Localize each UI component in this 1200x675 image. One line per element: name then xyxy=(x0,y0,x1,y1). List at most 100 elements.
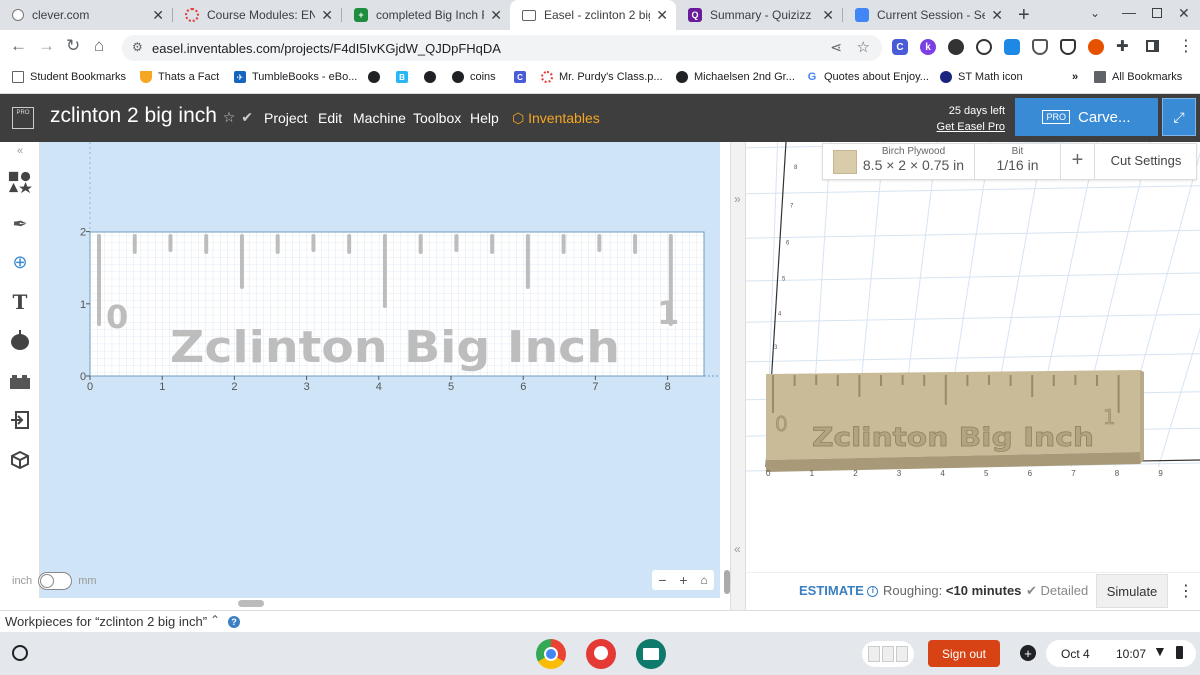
close-icon[interactable]: ✕ xyxy=(991,7,1003,24)
easel-logo-icon[interactable]: PRO xyxy=(12,107,34,129)
material-selector[interactable]: Birch Plywood 8.5 × 2 × 0.75 in xyxy=(823,144,975,179)
tab-course-modules[interactable]: Course Modules: ENGI ✕ xyxy=(173,0,341,30)
bricks-icon[interactable] xyxy=(8,370,32,394)
back-arrow-icon[interactable]: ← xyxy=(10,36,27,56)
bookmark-all-bookmarks[interactable]: All Bookmarks xyxy=(1094,71,1182,83)
close-icon[interactable]: ✕ xyxy=(321,7,333,24)
bookmark-michaelsen[interactable]: Michaelsen 2nd Gr... xyxy=(676,71,795,83)
zoom-out-icon[interactable]: − xyxy=(658,572,666,588)
favorite-star-icon[interactable]: ☆ xyxy=(223,109,236,125)
chrome-app-icon[interactable] xyxy=(536,639,566,669)
address-bar[interactable]: ⚙ easel.inventables.com/projects/F4dI5Iv… xyxy=(122,35,882,61)
extensions-puzzle-icon[interactable]: ✚ xyxy=(1116,37,1129,55)
extension-c-icon[interactable]: C xyxy=(892,39,908,55)
ruler-one-text[interactable]: 1 xyxy=(657,294,679,332)
more-options-icon[interactable]: ⋮ xyxy=(1178,581,1194,601)
shield-icon[interactable] xyxy=(1032,39,1048,55)
side-panel-icon[interactable] xyxy=(1146,40,1159,52)
chevron-up-icon[interactable]: ⌃ xyxy=(210,613,220,627)
extension-k-icon[interactable]: k xyxy=(920,39,936,55)
shapes-icon[interactable] xyxy=(8,170,32,194)
carve-button[interactable]: PRO Carve... xyxy=(1015,98,1158,136)
sign-out-button[interactable]: Sign out xyxy=(928,640,1000,667)
home-view-icon[interactable]: ⌂ xyxy=(700,573,707,587)
extension-dark-icon[interactable] xyxy=(948,39,964,55)
bookmark-tumblebooks[interactable]: ✈ TumbleBooks - eBo... xyxy=(234,71,357,83)
tab-quizizz[interactable]: Q Summary - Quizizz ✕ xyxy=(676,0,842,30)
reload-icon[interactable]: ↻ xyxy=(66,36,80,56)
notification-add-icon[interactable]: + xyxy=(1020,645,1036,661)
classroom-app-icon[interactable] xyxy=(636,639,666,669)
ruler-tick[interactable] xyxy=(525,234,530,289)
tab-clever[interactable]: clever.com ✕ xyxy=(0,0,172,30)
close-icon[interactable]: ✕ xyxy=(490,7,502,24)
home-icon[interactable]: ⌂ xyxy=(94,36,104,56)
bookmark-student-bookmarks[interactable]: Student Bookmarks xyxy=(12,71,126,83)
ruler-tick[interactable] xyxy=(633,234,638,254)
ruler-tick[interactable] xyxy=(311,234,316,252)
pen-icon[interactable]: ✒ xyxy=(8,212,32,236)
tab-sheets[interactable]: + completed Big Inch Ru ✕ xyxy=(342,0,510,30)
site-info-icon[interactable]: ⚙ xyxy=(132,40,143,54)
bookmark-globe-2[interactable] xyxy=(424,71,442,83)
close-icon[interactable]: ✕ xyxy=(152,7,164,24)
ruler-tick[interactable] xyxy=(275,234,280,254)
ruler-tick[interactable] xyxy=(418,234,423,254)
ruler-tick[interactable] xyxy=(597,234,602,252)
menu-toolbox[interactable]: Toolbox xyxy=(413,110,461,126)
bookmarks-overflow[interactable]: » xyxy=(1072,71,1078,83)
shield-check-icon[interactable] xyxy=(1060,39,1076,55)
collapse-up-icon[interactable]: « xyxy=(8,144,32,158)
launcher-icon[interactable] xyxy=(12,645,28,661)
menu-edit[interactable]: Edit xyxy=(318,110,342,126)
expand-left-icon[interactable]: « xyxy=(734,542,741,556)
units-toggle[interactable]: inch mm xyxy=(12,572,97,590)
ruler-tick[interactable] xyxy=(454,234,459,252)
bookmark-st-math[interactable]: ST Math icon xyxy=(940,71,1023,83)
ruler-tick[interactable] xyxy=(561,234,566,254)
ruler-zero-text[interactable]: 0 xyxy=(106,298,128,336)
bookmark-c[interactable]: C xyxy=(514,71,532,83)
get-pro-link[interactable]: Get Easel Pro xyxy=(925,119,1005,135)
close-icon[interactable]: ✕ xyxy=(822,7,834,24)
extension-blue-icon[interactable] xyxy=(1004,39,1020,55)
toggle-switch[interactable] xyxy=(38,572,73,590)
add-bit-button[interactable]: + xyxy=(1061,144,1095,179)
expand-icon[interactable]: ⤢ xyxy=(1162,98,1196,136)
ruler-name-text[interactable]: Zclinton Big Inch xyxy=(170,322,620,373)
new-tab-button[interactable]: + xyxy=(1018,4,1030,27)
menu-kebab-icon[interactable]: ⋮ xyxy=(1178,36,1194,56)
bookmark-globe-1[interactable] xyxy=(368,71,386,83)
menu-help[interactable]: Help xyxy=(470,110,499,126)
menu-project[interactable]: Project xyxy=(264,110,308,126)
share-icon[interactable]: ⋖ xyxy=(830,39,842,56)
cut-settings-button[interactable]: Cut Settings xyxy=(1095,144,1197,179)
restore-icon[interactable] xyxy=(1152,8,1162,18)
tab-current-session[interactable]: Current Session - Sess ✕ xyxy=(843,0,1011,30)
simulate-button[interactable]: Simulate xyxy=(1096,574,1168,608)
bit-selector[interactable]: Bit 1/16 in xyxy=(975,144,1061,179)
import-icon[interactable] xyxy=(8,408,32,432)
holding-space-thumbnails[interactable] xyxy=(862,641,914,667)
bookmark-coins[interactable]: coins xyxy=(452,71,496,83)
minimize-icon[interactable]: — xyxy=(1122,4,1136,20)
ruler-tick[interactable] xyxy=(347,234,352,254)
menu-machine[interactable]: Machine xyxy=(353,110,406,126)
close-icon[interactable]: ✕ xyxy=(656,7,668,24)
zoom-in-icon[interactable]: + xyxy=(679,572,687,588)
ruler-tick[interactable] xyxy=(132,234,137,254)
bookmark-star-icon[interactable]: ☆ xyxy=(857,38,870,56)
apps-apple-icon[interactable] xyxy=(8,328,32,352)
ruler-tick[interactable] xyxy=(239,234,244,289)
target-icon[interactable]: ⊕ xyxy=(8,250,32,274)
design-canvas[interactable]: 0 1 Zclinton Big Inch 0 1 2 3 4 5 6 7 8 0 1 2 inch… xyxy=(12,142,720,598)
estimate-label[interactable]: ESTIMATE i xyxy=(799,583,879,598)
ruler-tick[interactable] xyxy=(97,234,101,326)
tab-easel[interactable]: Easel - zclinton 2 big in ✕ xyxy=(510,0,676,30)
help-icon[interactable]: ? xyxy=(228,616,240,628)
project-title[interactable]: zclinton 2 big inch ☆ ✔ xyxy=(50,104,253,128)
ruler-tick[interactable] xyxy=(168,234,173,252)
extension-circle-icon[interactable] xyxy=(976,39,992,55)
bookmark-b[interactable]: B xyxy=(396,71,414,83)
ruler-tick[interactable] xyxy=(490,234,495,254)
